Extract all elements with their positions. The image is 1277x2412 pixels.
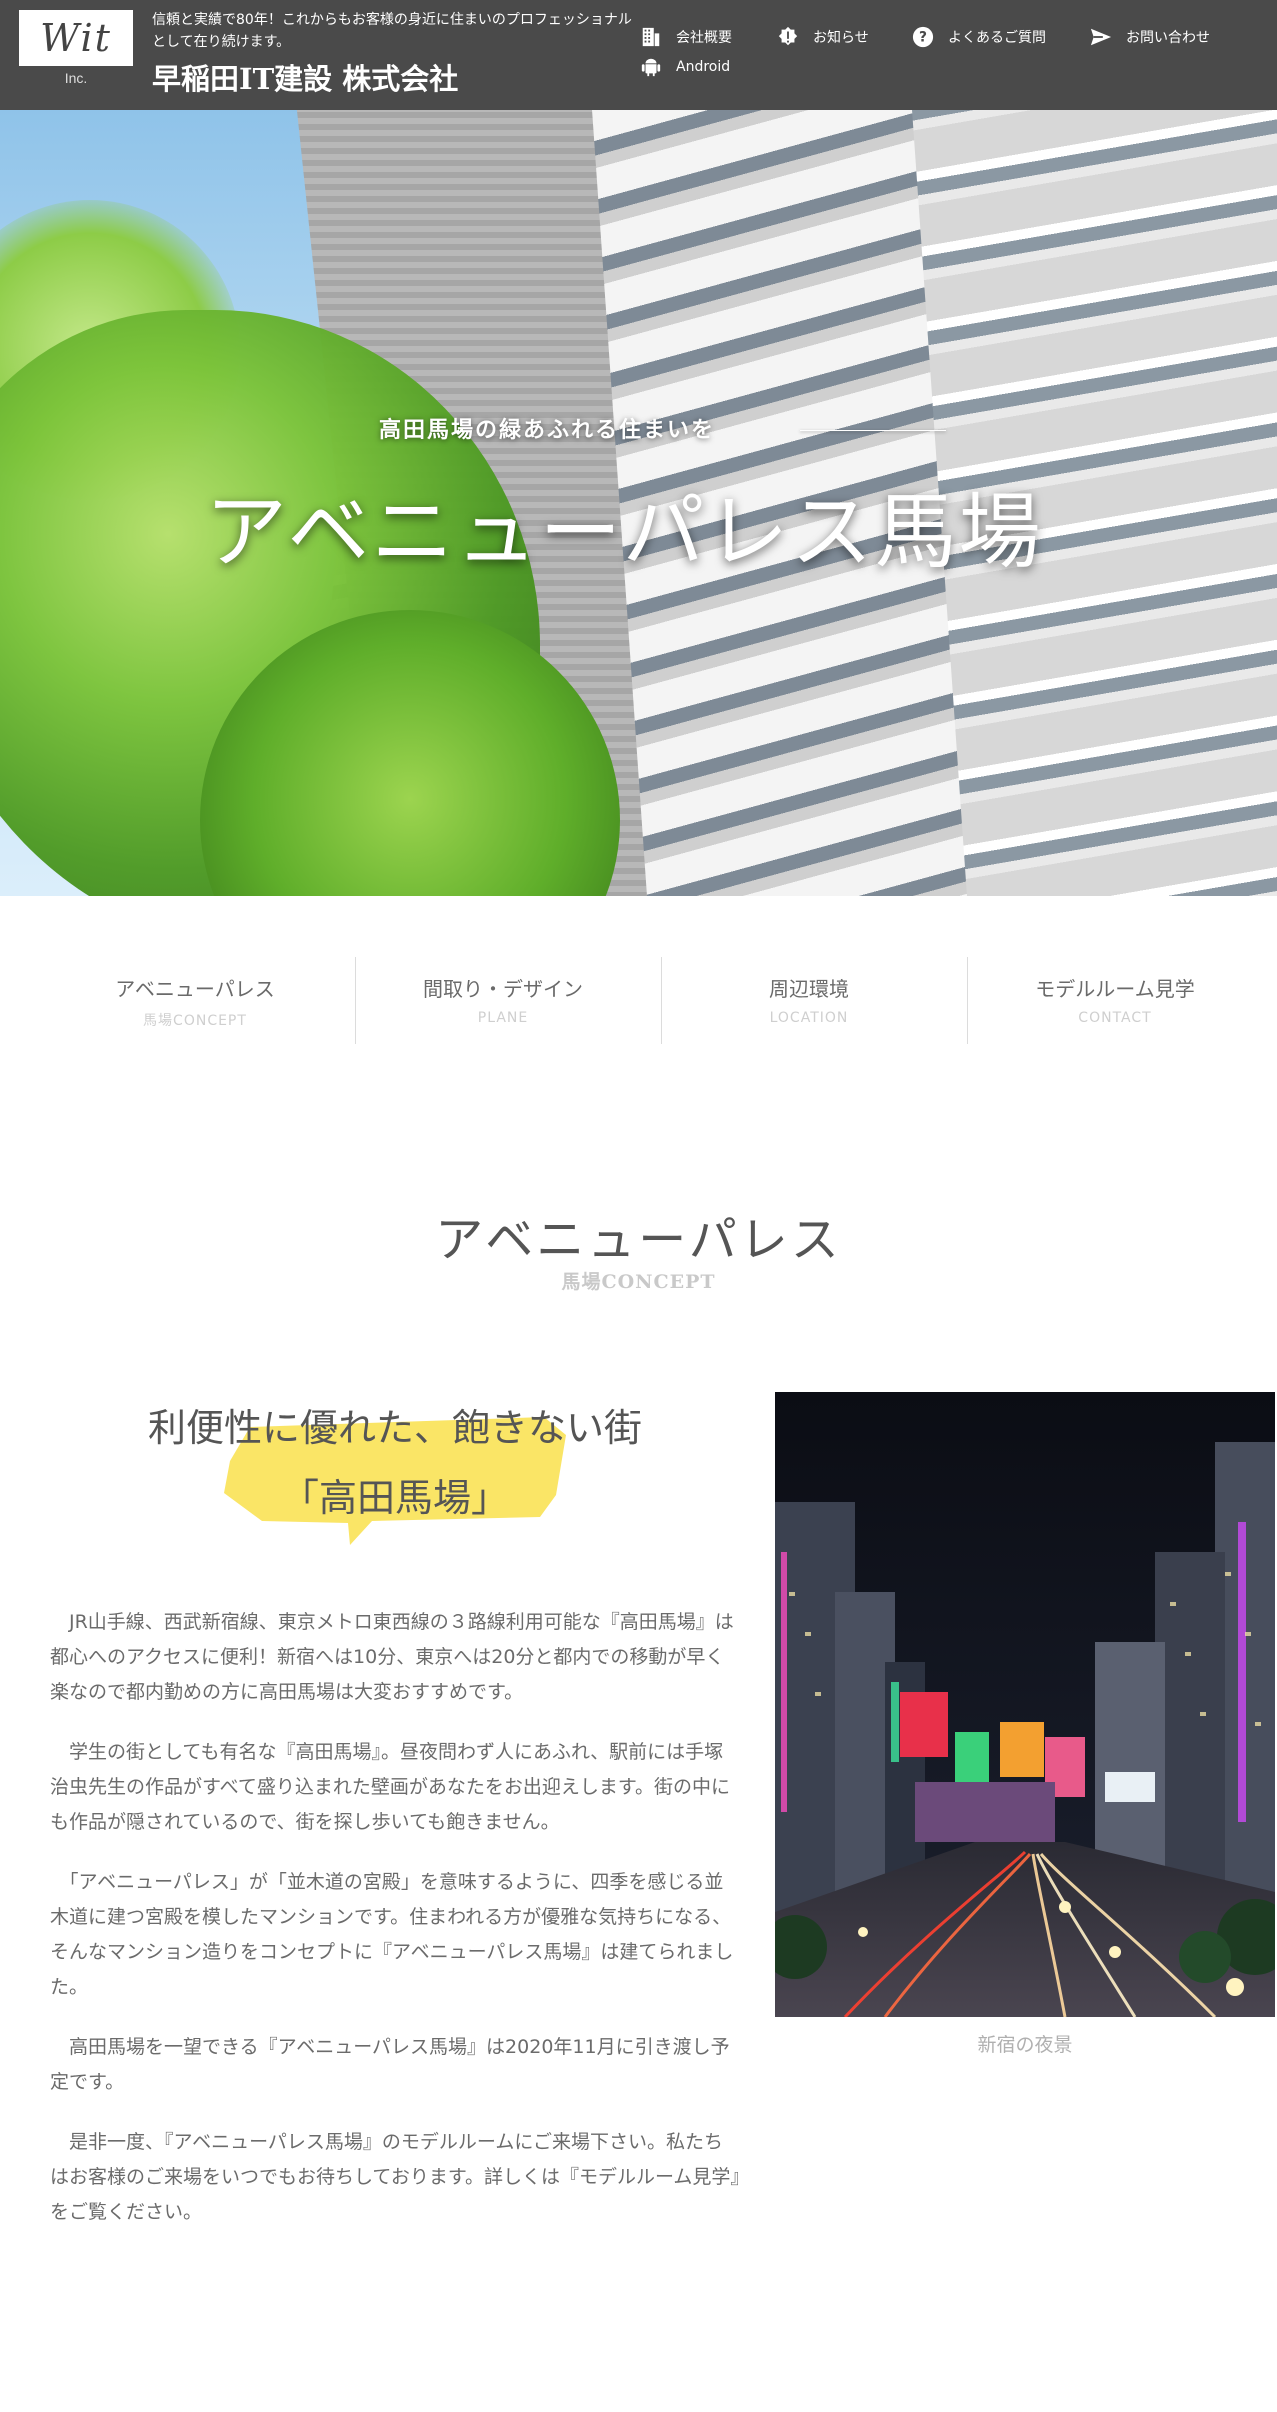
tab-sublabel: LOCATION	[769, 1010, 849, 1026]
concept-headline: 利便性に優れた、飽きない街 「高田馬場」	[50, 1397, 740, 1547]
headline-line-1: 利便性に優れた、飽きない街	[147, 1406, 642, 1450]
logo-mark: Wit	[19, 10, 133, 66]
paper-plane-icon	[1090, 26, 1112, 48]
paragraph: 是非一度、『アベニューパレス馬場』のモデルルームにご来場下さい。私たちはお客様の…	[50, 2131, 740, 2223]
nav-android[interactable]: Android	[640, 56, 730, 78]
question-circle-icon: ?	[912, 26, 934, 48]
tab-label: 周辺環境	[769, 977, 849, 1001]
hero-rule	[800, 430, 946, 431]
hero-subtitle: 高田馬場の緑あふれる住まいを	[379, 418, 716, 443]
section-tabs: アベニューパレス 馬場CONCEPT 間取り・デザイン PLANE 周辺環境 L…	[47, 957, 1230, 1044]
tab-sublabel: 馬場CONCEPT	[143, 1013, 247, 1029]
company-name[interactable]: 早稲田IT建設 株式会社	[152, 56, 458, 98]
photo-caption: 新宿の夜景	[977, 2034, 1073, 2056]
android-icon	[640, 56, 662, 78]
nav-news[interactable]: お知らせ	[777, 26, 869, 48]
building-icon	[640, 26, 662, 48]
paragraph: JR山手線、西武新宿線、東京メトロ東西線の３路線利用可能な『高田馬場』は都心への…	[50, 1611, 734, 1703]
tab-sublabel: CONTACT	[1078, 1010, 1152, 1026]
logo-text: Wit	[40, 16, 112, 60]
hero-banner: 高田馬場の緑あふれる住まいを アベニューパレス馬場	[0, 110, 1277, 896]
night-city-image	[775, 1392, 1275, 2017]
tab-label: モデルルーム見学	[1035, 977, 1195, 1001]
info-badge-icon	[777, 26, 799, 48]
concept-body: JR山手線、西武新宿線、東京メトロ東西線の３路線利用可能な『高田馬場』は都心への…	[50, 1605, 740, 2255]
tab-sublabel: PLANE	[477, 1010, 529, 1026]
company-logo[interactable]: Wit Inc.	[19, 10, 133, 88]
nav-label: お知らせ	[813, 30, 869, 46]
tab-contact[interactable]: モデルルーム見学 CONTACT	[967, 957, 1263, 1044]
tab-concept[interactable]: アベニューパレス 馬場CONCEPT	[47, 957, 343, 1044]
hero-title: アベニューパレス馬場	[205, 485, 1043, 580]
nav-contact[interactable]: お問い合わせ	[1090, 26, 1210, 48]
tab-location[interactable]: 周辺環境 LOCATION	[661, 957, 957, 1044]
tab-label: アベニューパレス	[115, 977, 275, 1001]
nav-faq[interactable]: ? よくあるご質問	[912, 26, 1046, 48]
section-subtitle: 馬場CONCEPT	[561, 1271, 716, 1293]
nav-label: お問い合わせ	[1126, 30, 1210, 46]
shinjuku-night-photo	[775, 1392, 1275, 2017]
nav-label: 会社概要	[676, 30, 732, 46]
nav-label: よくあるご質問	[948, 30, 1046, 46]
tagline: 信頼と実績で80年！これからもお客様の身近に住まいのプロフェッショナルとして在り…	[152, 12, 632, 50]
tab-label: 間取り・デザイン	[423, 977, 583, 1001]
nav-company-overview[interactable]: 会社概要	[640, 26, 732, 48]
headline-line-2: 「高田馬場」	[280, 1476, 509, 1520]
paragraph: 学生の街としても有名な『高田馬場』。昼夜問わず人にあふれ、駅前には手塚治虫先生の…	[50, 1741, 731, 1833]
logo-sub: Inc.	[64, 70, 88, 86]
tab-plane[interactable]: 間取り・デザイン PLANE	[355, 957, 651, 1044]
paragraph: 高田馬場を一望できる『アベニューパレス馬場』は2020年11月に引き渡し予定です…	[50, 2036, 730, 2093]
site-header: Wit Inc. 信頼と実績で80年！これからもお客様の身近に住まいのプロフェッ…	[0, 0, 1277, 110]
section-title: アベニューパレス	[435, 1212, 842, 1268]
paragraph: 「アベニューパレス」が「並木道の宮殿」を意味するように、四季を感じる並木道に建つ…	[50, 1871, 734, 1998]
nav-label: Android	[676, 59, 731, 75]
svg-text:?: ?	[919, 30, 927, 46]
